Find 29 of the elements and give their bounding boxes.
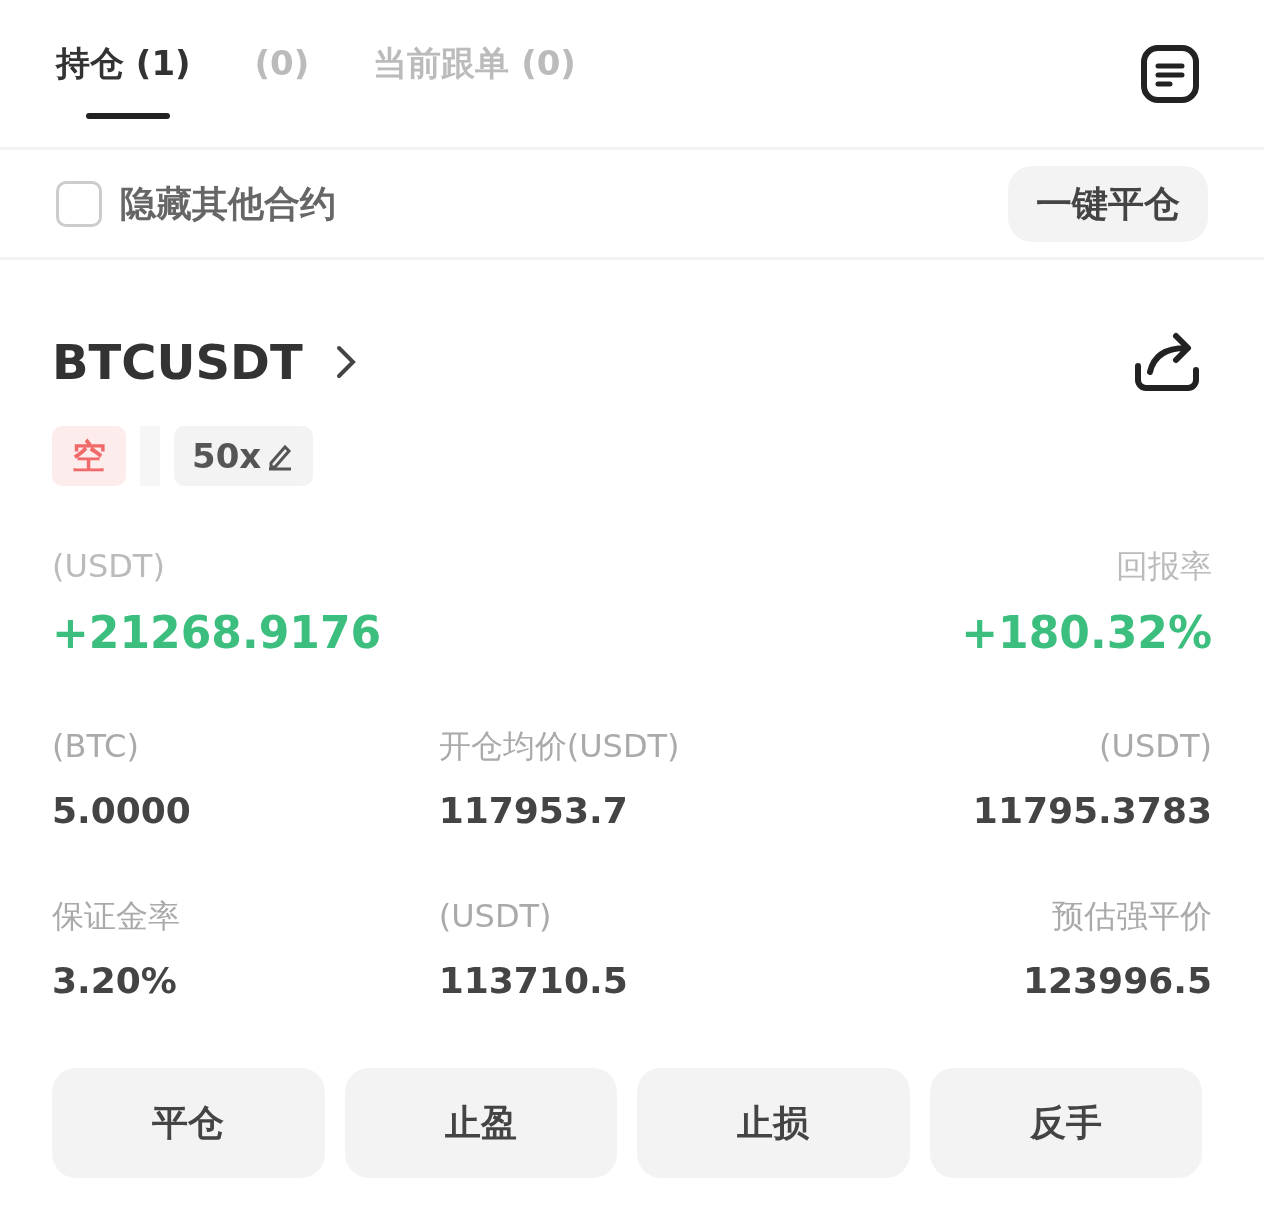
- symbol: BTCUSDT: [52, 333, 303, 392]
- stat-value: 5.0000: [52, 789, 191, 833]
- pnl-label: (USDT): [52, 546, 166, 587]
- close-all-button[interactable]: 一键平仓: [1008, 165, 1208, 242]
- leverage-button[interactable]: 50x: [174, 426, 314, 486]
- share-icon[interactable]: [1132, 330, 1202, 394]
- stat-value: 117953.7: [438, 789, 628, 833]
- stat-label: (BTC): [52, 726, 139, 767]
- document-icon[interactable]: [1140, 43, 1200, 104]
- stat-label: 开仓均价(USDT): [438, 726, 680, 767]
- roi-value: +180.32%: [961, 606, 1212, 660]
- stat-value: 3.20%: [52, 959, 177, 1003]
- stat-value: 11795.3783: [972, 789, 1212, 833]
- filter-label: 隐藏其他合约: [120, 181, 337, 226]
- roi-label: 回报率: [1116, 546, 1212, 587]
- checkbox[interactable]: [56, 180, 102, 227]
- stat-value: 123996.5: [1022, 959, 1212, 1003]
- stat-value: 113710.5: [438, 959, 628, 1003]
- stat-label: (USDT): [438, 896, 552, 937]
- stat-label: 保证金率: [52, 896, 180, 937]
- stat-label: (USDT): [1099, 726, 1212, 767]
- stat-label: 预估强平价: [1052, 896, 1212, 937]
- tab[interactable]: 持仓 (1): [56, 28, 191, 119]
- action-button[interactable]: 止盈: [344, 1068, 617, 1178]
- pnl-value: +21268.9176: [52, 606, 382, 660]
- action-button[interactable]: 止损: [637, 1068, 910, 1178]
- action-button[interactable]: 平仓: [52, 1068, 325, 1178]
- action-button[interactable]: 反手: [929, 1068, 1202, 1178]
- side-badge: 空: [52, 426, 126, 486]
